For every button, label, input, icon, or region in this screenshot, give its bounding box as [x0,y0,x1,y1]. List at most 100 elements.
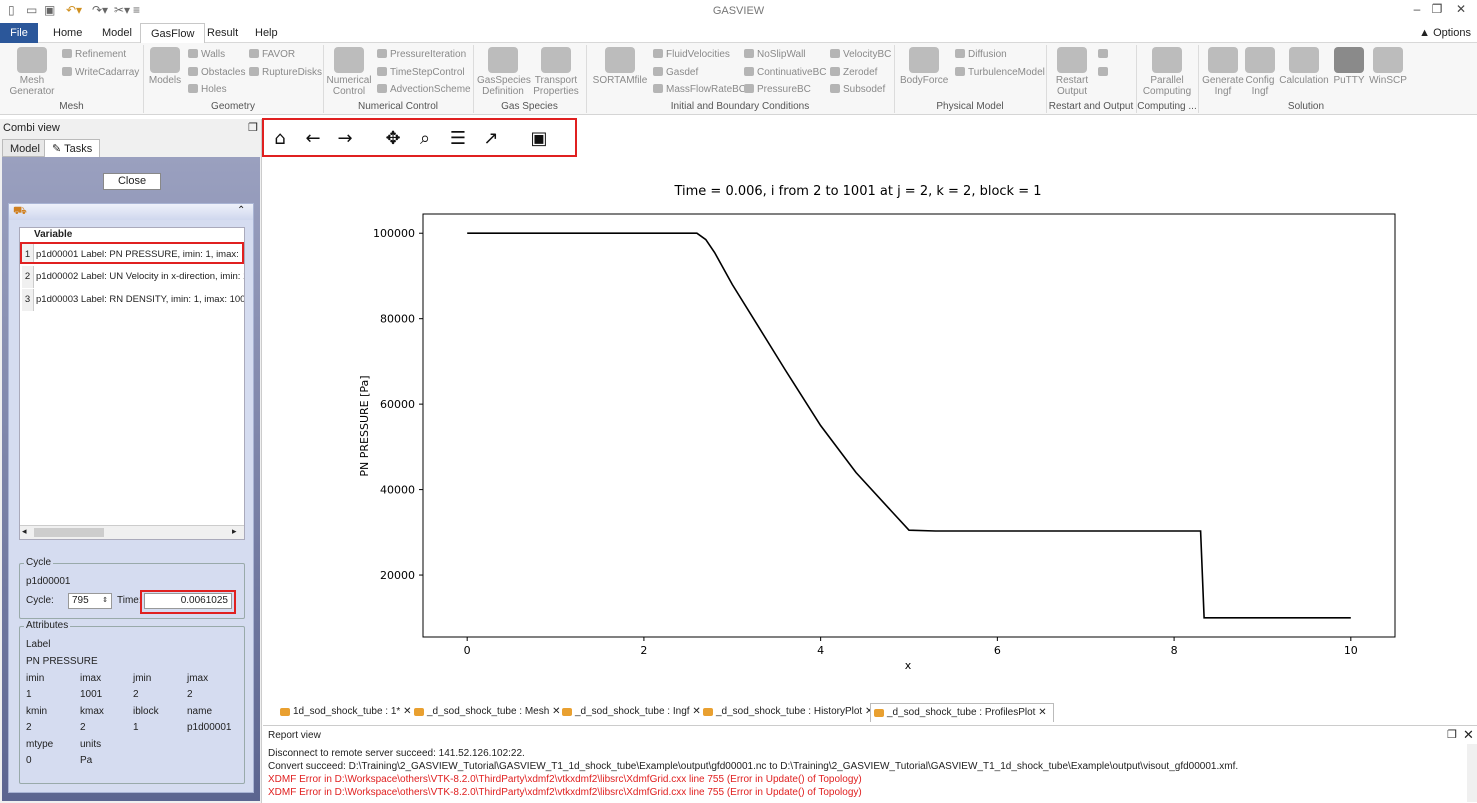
refinement-button[interactable]: Refinement [62,49,126,60]
restore-icon[interactable]: ❐ [1425,2,1449,16]
doc-tab[interactable]: _d_sod_shock_tube : Ingf ✕ [559,703,707,722]
zerodef-button[interactable]: Zerodef [830,67,877,78]
cycle-variable-name: p1d00001 [26,576,71,587]
doc-tab-active[interactable]: _d_sod_shock_tube : ProfilesPlot ✕ [870,703,1054,722]
undock-icon[interactable]: ❐ [248,121,258,134]
models-icon [150,47,180,73]
configure-subplots-icon[interactable]: ☰ [447,128,469,150]
task-box-header: ⛟ ⌃ [9,204,253,220]
table-row[interactable]: 2 p1d00002 Label: UN Velocity in x-direct… [20,266,244,288]
menu-file[interactable]: File [0,23,38,43]
pan-icon[interactable]: ✥ [382,128,404,150]
spin-arrows-icon[interactable]: ⇕ [102,594,108,608]
menu-result[interactable]: Result [197,23,248,43]
doc-tab[interactable]: 1d_sod_shock_tube : 1* ✕ [277,703,417,722]
close-window-icon[interactable]: ✕ [1449,2,1473,16]
advectionscheme-button[interactable]: AdvectionScheme [377,84,471,95]
subsodef-button[interactable]: Subsodef [830,84,885,95]
attr-label-value: PN PRESSURE [26,656,98,667]
time-field[interactable]: 0.0061025 [144,593,232,609]
attr-key: kmin [26,706,48,717]
rupturedisks-button[interactable]: RuptureDisks [249,67,322,78]
scroll-left-icon[interactable]: ◂ [22,526,27,537]
mesh-generator-button[interactable]: Mesh Generator [8,47,56,97]
calculation-button[interactable]: Calculation [1278,47,1330,86]
output-option-button[interactable] [1098,49,1111,60]
tab-model[interactable]: Model [2,139,48,157]
y-axis-label: PN PRESSURE [Pa] [358,375,371,476]
walls-button[interactable]: Walls [188,49,225,60]
noslipwall-button[interactable]: NoSlipWall [744,49,806,60]
x-tick-label: 4 [817,644,824,657]
subsodef-icon [830,84,840,93]
putty-button[interactable]: PuTTY [1332,47,1366,86]
restart-output-button[interactable]: Restart Output [1050,47,1094,97]
parallel-computing-button[interactable]: Parallel Computing [1142,47,1192,97]
generate-ingf-button[interactable]: Generate Ingf [1202,47,1244,97]
pressurebc-icon [744,84,754,93]
fluidvelocities-button[interactable]: FluidVelocities [653,49,730,60]
group-label-physical: Physical Model [936,101,1004,112]
obstacles-button[interactable]: Obstacles [188,67,245,78]
calculation-icon [1289,47,1319,73]
turbulencemodel-button[interactable]: TurbulenceModel [955,67,1045,78]
diffusion-button[interactable]: Diffusion [955,49,1007,60]
menu-home[interactable]: Home [43,23,92,43]
bodyforce-button[interactable]: BodyForce [900,47,948,86]
back-arrow-icon[interactable]: ← [302,128,324,150]
numerical-control-button[interactable]: Numerical Control [326,47,372,97]
transport-properties-button[interactable]: Transport Properties [532,47,580,97]
velocitybc-button[interactable]: VelocityBC [830,49,891,60]
models-button[interactable]: Models [148,47,182,86]
sortamfile-button[interactable]: SORTAMfile [592,47,648,86]
menu-help[interactable]: Help [245,23,288,43]
ribbon: Mesh Generator Refinement WriteCadarray … [0,43,1477,115]
attr-value: 1 [133,722,139,733]
walls-icon [188,49,198,58]
menu-gasflow[interactable]: GasFlow [140,23,206,44]
continuativebc-button[interactable]: ContinuativeBC [744,67,826,78]
pressureiteration-button[interactable]: PressureIteration [377,49,466,60]
menu-model[interactable]: Model [92,23,142,43]
options-menu[interactable]: ▲ Options [1419,23,1471,43]
writecadarray-button[interactable]: WriteCadarray [62,67,139,78]
collapse-icon[interactable]: ⌃ [237,205,245,216]
gasdef-button[interactable]: Gasdef [653,67,698,78]
pressurebc-button[interactable]: PressureBC [744,84,811,95]
attr-value: 2 [187,689,193,700]
close-tab-icon[interactable]: ✕ [1038,707,1046,718]
scroll-right-icon[interactable]: ▸ [232,526,237,537]
scroll-thumb[interactable] [34,528,104,537]
holes-button[interactable]: Holes [188,84,227,95]
timestepcontrol-button[interactable]: TimeStepControl [377,67,465,78]
winscp-button[interactable]: WinSCP [1368,47,1408,86]
edit-axis-icon[interactable]: ↗ [480,128,502,150]
close-icon[interactable]: ✕ [1463,727,1474,743]
attr-value: 2 [133,689,139,700]
undock-icon[interactable]: ❐ [1447,728,1457,741]
save-figure-icon[interactable]: ▣ [528,128,550,150]
massflowratebc-button[interactable]: MassFlowRateBC [653,84,746,95]
attr-value: 1 [26,689,32,700]
horizontal-scrollbar[interactable]: ◂ ▸ [20,525,244,539]
home-icon[interactable]: ⌂ [269,128,291,150]
combi-view-panel: Combi view ❐ Model ✎ Tasks Close ⛟ ⌃ Var… [0,119,262,803]
vertical-scrollbar[interactable] [1467,744,1477,802]
tab-tasks[interactable]: ✎ Tasks [44,139,101,157]
output-plot-button[interactable] [1098,67,1111,78]
zoom-icon[interactable]: ⌕ [414,128,436,150]
table-row[interactable]: 1 p1d00001 Label: PN PRESSURE, imin: 1, i… [20,242,244,264]
group-label-mesh: Mesh [59,101,84,112]
sortamfile-icon [605,47,635,73]
gasspecies-definition-button[interactable]: GasSpecies Definition [477,47,531,97]
cycle-spinbox[interactable]: 795 ⇕ [68,593,112,609]
table-row[interactable]: 3 p1d00003 Label: RN DENSITY, imin: 1, im… [20,289,244,311]
doc-tab[interactable]: _d_sod_shock_tube : Mesh ✕ [411,703,566,722]
config-ingf-button[interactable]: Config Ingf [1244,47,1276,97]
doc-tab[interactable]: _d_sod_shock_tube : HistoryPlot ✕ [700,703,879,722]
putty-icon [1334,47,1364,73]
favor-button[interactable]: FAVOR [249,49,295,60]
close-button[interactable]: Close [103,173,161,190]
computing-icon [1152,47,1182,73]
forward-arrow-icon[interactable]: → [334,128,356,150]
